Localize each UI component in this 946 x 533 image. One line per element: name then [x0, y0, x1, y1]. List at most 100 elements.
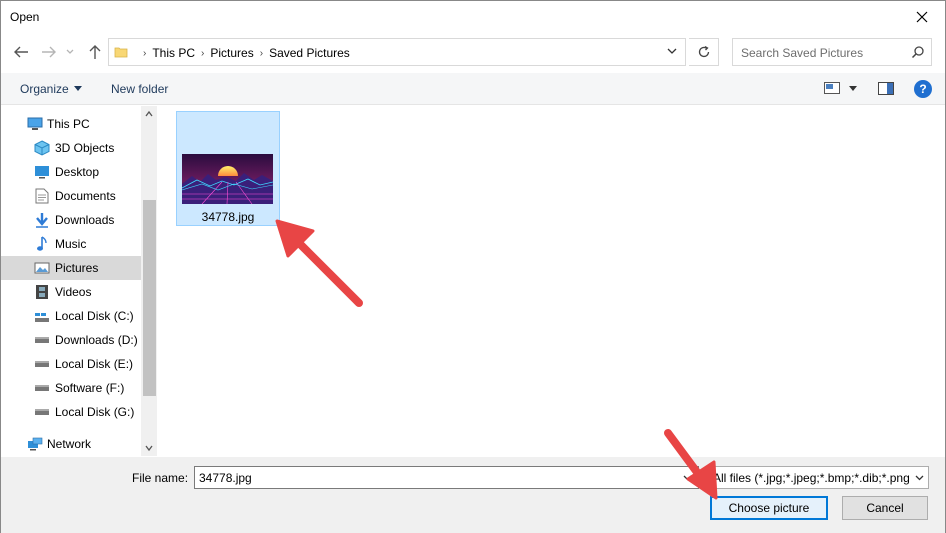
image-thumbnail [182, 154, 273, 204]
preview-pane-icon [878, 82, 894, 95]
back-arrow-icon [14, 46, 28, 58]
back-button[interactable] [11, 43, 31, 61]
scroll-up-icon[interactable] [145, 110, 153, 118]
nav-item-label: Documents [55, 189, 116, 203]
windows-drive-icon [34, 308, 50, 324]
pictures-icon [34, 260, 50, 276]
help-button[interactable]: ? [914, 80, 932, 98]
window-title: Open [10, 10, 40, 24]
nav-item-downloads[interactable]: Downloads [1, 208, 141, 232]
view-options-icon [824, 82, 840, 94]
nav-item-label: Downloads (D:) [55, 333, 138, 347]
file-name-field-label: File name: [132, 471, 189, 485]
file-name-label: 34778.jpg [201, 210, 255, 224]
up-button[interactable] [85, 43, 105, 61]
change-view-button[interactable] [824, 82, 857, 94]
document-icon [34, 188, 50, 204]
navigation-pane: This PC 3D Objects Desktop Documents Dow… [1, 106, 157, 456]
refresh-icon [698, 45, 709, 58]
chevron-down-icon [915, 475, 923, 480]
drive-icon [34, 332, 50, 348]
close-button[interactable] [899, 1, 945, 32]
nav-item-label: Network [47, 437, 92, 451]
refresh-button[interactable] [689, 38, 719, 66]
nav-item-software-f[interactable]: Software (F:) [1, 376, 141, 400]
nav-item-pictures[interactable]: Pictures [1, 256, 141, 280]
file-name-value: 34778.jpg [199, 471, 252, 485]
search-icon [911, 46, 924, 59]
recent-locations-button[interactable] [63, 43, 77, 61]
breadcrumb: › This PC › Pictures › Saved Pictures [137, 46, 350, 60]
drive-icon [34, 380, 50, 396]
chevron-down-icon [66, 49, 74, 54]
file-item[interactable]: 34778.jpg [176, 111, 280, 226]
caret-down-icon [849, 85, 857, 91]
dialog-footer: File name: 34778.jpg All files (*.jpg;*.… [1, 457, 945, 533]
open-dialog: Open › This PC › Pictures › Saved Pictur… [0, 0, 946, 533]
address-dropdown-icon[interactable] [667, 48, 677, 55]
nav-item-label: Videos [55, 285, 92, 299]
search-placeholder: Search Saved Pictures [741, 46, 864, 60]
breadcrumb-this-pc[interactable]: This PC [152, 46, 195, 60]
cube-icon [34, 140, 50, 156]
nav-item-label: Local Disk (E:) [55, 357, 134, 371]
file-type-value: All files (*.jpg;*.jpeg;*.bmp;*.dib;*.pn… [713, 471, 910, 485]
nav-item-label: Software (F:) [55, 381, 125, 395]
drive-icon [34, 404, 50, 420]
nav-item-label: Local Disk (G:) [55, 405, 135, 419]
nav-item-downloads-d[interactable]: Downloads (D:) [1, 328, 141, 352]
new-folder-button[interactable]: New folder [111, 82, 168, 96]
nav-item-local-disk-g[interactable]: Local Disk (G:) [1, 400, 141, 424]
file-list: 34778.jpg [158, 106, 945, 456]
nav-item-label: 3D Objects [55, 141, 115, 155]
nav-item-this-pc[interactable]: This PC [1, 112, 141, 136]
chevron-down-icon[interactable] [683, 475, 692, 481]
choose-picture-button[interactable]: Choose picture [710, 496, 828, 520]
nav-scrollbar[interactable] [141, 106, 157, 456]
desktop-icon [34, 164, 50, 180]
file-type-select[interactable]: All files (*.jpg;*.jpeg;*.bmp;*.dib;*.pn… [709, 466, 929, 489]
breadcrumb-pictures[interactable]: Pictures [210, 46, 253, 60]
chevron-right-icon: › [143, 47, 147, 59]
forward-button[interactable] [39, 43, 59, 61]
file-name-input[interactable]: 34778.jpg [194, 466, 699, 489]
nav-item-desktop[interactable]: Desktop [1, 160, 141, 184]
nav-item-label: This PC [47, 117, 90, 131]
command-bar: Organize New folder ? [1, 73, 945, 105]
navigation-row: › This PC › Pictures › Saved Pictures Se… [1, 34, 945, 70]
nav-item-label: Music [55, 237, 87, 251]
scroll-thumb[interactable] [143, 200, 156, 396]
title-bar: Open [1, 1, 945, 32]
nav-item-videos[interactable]: Videos [1, 280, 141, 304]
nav-item-music[interactable]: Music [1, 232, 141, 256]
computer-icon [27, 116, 43, 132]
scroll-down-icon[interactable] [145, 444, 153, 452]
nav-item-local-disk-c[interactable]: Local Disk (C:) [1, 304, 141, 328]
breadcrumb-saved-pictures[interactable]: Saved Pictures [269, 46, 350, 60]
chevron-right-icon: › [259, 47, 264, 59]
drive-icon [34, 356, 50, 372]
preview-pane-button[interactable] [878, 82, 894, 98]
nav-item-3d-objects[interactable]: 3D Objects [1, 136, 141, 160]
up-arrow-icon [89, 45, 101, 59]
caret-down-icon [73, 86, 82, 91]
chevron-right-icon: › [201, 47, 205, 59]
music-note-icon [34, 236, 50, 252]
close-icon [916, 11, 928, 22]
cancel-button[interactable]: Cancel [842, 496, 928, 520]
search-input[interactable]: Search Saved Pictures [732, 38, 932, 66]
folder-icon [114, 47, 128, 58]
address-bar[interactable]: › This PC › Pictures › Saved Pictures [108, 38, 686, 66]
nav-item-local-disk-e[interactable]: Local Disk (E:) [1, 352, 141, 376]
organize-button[interactable]: Organize [20, 82, 82, 96]
nav-item-network[interactable]: Network [1, 432, 141, 456]
nav-item-label: Pictures [55, 261, 99, 275]
nav-item-label: Downloads [55, 213, 115, 227]
select-dropdown-button[interactable] [910, 467, 928, 488]
nav-item-label: Local Disk (C:) [55, 309, 134, 323]
organize-label: Organize [20, 82, 69, 96]
nav-item-documents[interactable]: Documents [1, 184, 141, 208]
network-icon [27, 436, 43, 452]
forward-arrow-icon [42, 46, 56, 58]
download-arrow-icon [34, 212, 50, 228]
